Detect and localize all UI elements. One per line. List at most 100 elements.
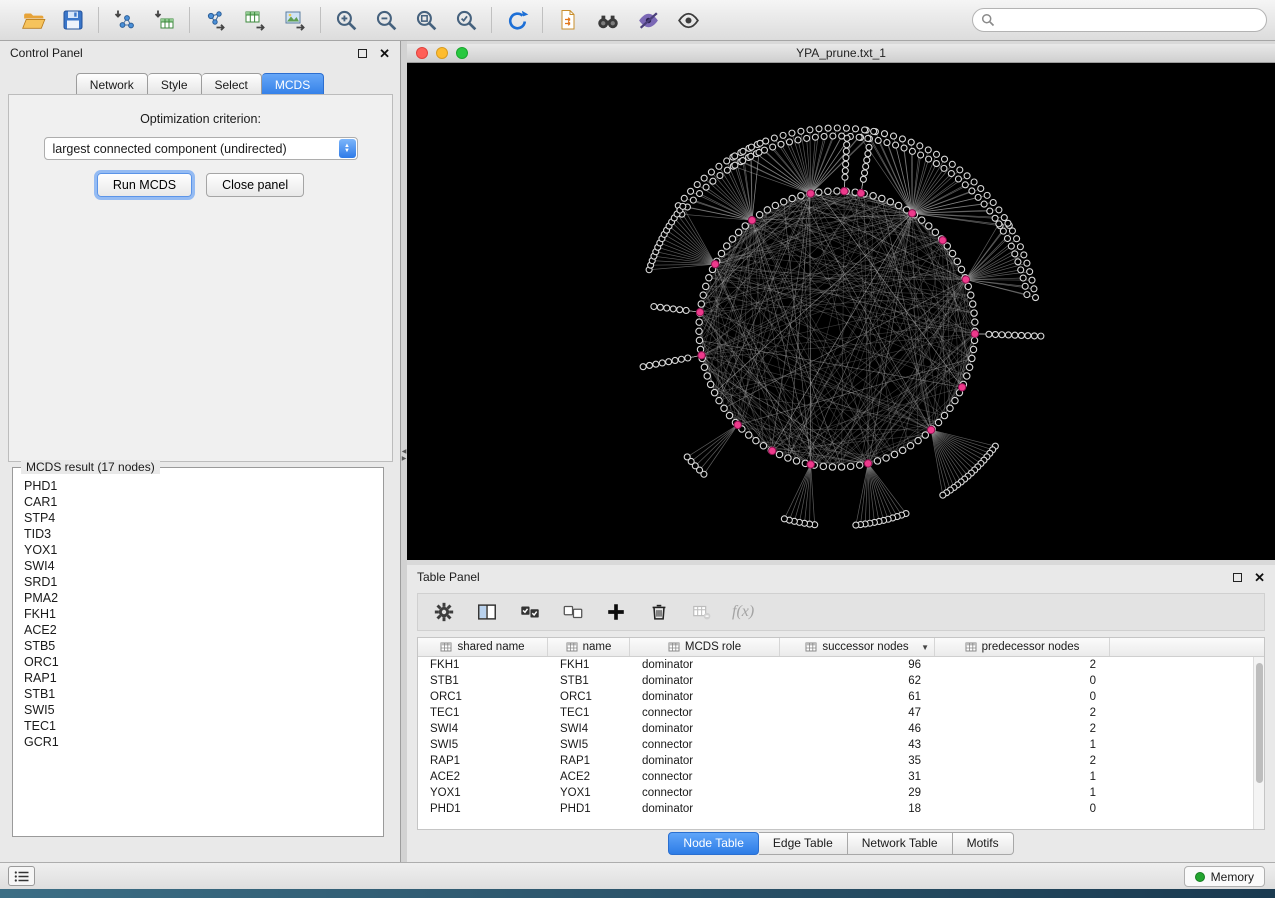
minimize-window-icon[interactable] (436, 47, 448, 59)
list-icon (14, 870, 30, 883)
table-row[interactable]: SWI5SWI5connector431 (418, 737, 1264, 753)
mcds-result-item[interactable]: SWI5 (14, 702, 382, 718)
table-cell: SWI4 (418, 723, 548, 735)
zoom-group (321, 6, 491, 34)
refresh-group (492, 6, 542, 34)
mcds-result-item[interactable]: TID3 (14, 526, 382, 542)
mcds-result-item[interactable]: ORC1 (14, 654, 382, 670)
save-session-icon[interactable] (59, 6, 87, 34)
column-header-shared-name[interactable]: shared name (418, 638, 548, 656)
table-row[interactable]: ACE2ACE2connector311 (418, 769, 1264, 785)
network-titlebar[interactable]: YPA_prune.txt_1 (407, 44, 1275, 63)
select-all-rows-icon[interactable] (517, 599, 543, 625)
mcds-result-item[interactable]: RAP1 (14, 670, 382, 686)
table-panel: Table Panel ✕ f(x) (407, 565, 1275, 862)
scrollbar-thumb[interactable] (1256, 663, 1263, 783)
mcds-result-item[interactable]: PHD1 (14, 478, 382, 494)
export-document-icon[interactable] (554, 6, 582, 34)
table-row[interactable]: TEC1TEC1connector472 (418, 705, 1264, 721)
column-header-successor-nodes[interactable]: successor nodes ▼ (780, 638, 935, 656)
deselect-all-rows-icon[interactable] (560, 599, 586, 625)
table-row[interactable]: ORC1ORC1dominator610 (418, 689, 1264, 705)
mcds-result-item[interactable]: YOX1 (14, 542, 382, 558)
zoom-selected-icon[interactable] (452, 6, 480, 34)
export-image-icon[interactable] (281, 6, 309, 34)
export-table-icon[interactable] (241, 6, 269, 34)
add-column-icon[interactable] (603, 599, 629, 625)
settings-gear-icon[interactable] (431, 599, 457, 625)
zoom-window-icon[interactable] (456, 47, 468, 59)
search-input[interactable] (1000, 13, 1258, 27)
export-network-icon[interactable] (201, 6, 229, 34)
function-builder-icon: f(x) (732, 603, 754, 621)
column-header-name[interactable]: name (548, 638, 630, 656)
table-cell: TEC1 (548, 707, 630, 719)
table-cell: 61 (780, 691, 935, 703)
mcds-result-item[interactable]: STB5 (14, 638, 382, 654)
criterion-select[interactable]: largest connected component (undirected)… (44, 137, 358, 160)
criterion-selected-value: largest connected component (undirected) (53, 142, 287, 156)
table-row[interactable]: STB1STB1dominator620 (418, 673, 1264, 689)
find-icon[interactable] (594, 6, 622, 34)
column-header-mcds-role[interactable]: MCDS role (630, 638, 780, 656)
table-row[interactable]: YOX1YOX1connector291 (418, 785, 1264, 801)
table-row[interactable]: PHD1PHD1dominator180 (418, 801, 1264, 817)
show-details-icon[interactable] (674, 6, 702, 34)
memory-label: Memory (1211, 870, 1254, 884)
task-history-button[interactable] (8, 866, 35, 886)
tab-network-table[interactable]: Network Table (848, 832, 953, 855)
table-cell: connector (630, 739, 780, 751)
style-preview-icon[interactable] (634, 6, 662, 34)
mcds-result-item[interactable]: STB1 (14, 686, 382, 702)
table-cell: SWI4 (548, 723, 630, 735)
network-graph[interactable] (407, 63, 1275, 560)
run-mcds-button[interactable]: Run MCDS (97, 173, 192, 197)
memory-button[interactable]: Memory (1184, 866, 1265, 887)
zoom-out-icon[interactable] (372, 6, 400, 34)
refresh-view-icon[interactable] (503, 6, 531, 34)
mcds-result-item[interactable]: FKH1 (14, 606, 382, 622)
float-table-panel-icon[interactable] (1233, 573, 1242, 582)
mcds-result-item[interactable]: ACE2 (14, 622, 382, 638)
float-panel-icon[interactable] (358, 49, 367, 58)
search-box[interactable] (972, 8, 1267, 32)
network-window: YPA_prune.txt_1 (407, 44, 1275, 560)
network-canvas[interactable] (407, 63, 1275, 560)
table-row[interactable]: FKH1FKH1dominator962 (418, 657, 1264, 673)
table-cell: dominator (630, 803, 780, 815)
import-network-file-icon[interactable] (110, 6, 138, 34)
delete-column-icon[interactable] (646, 599, 672, 625)
close-table-panel-icon[interactable]: ✕ (1254, 573, 1265, 582)
tab-node-table[interactable]: Node Table (668, 832, 759, 855)
mcds-result-item[interactable]: CAR1 (14, 494, 382, 510)
mcds-result-item[interactable]: GCR1 (14, 734, 382, 750)
close-panel-button[interactable]: Close panel (206, 173, 304, 197)
table-cell: TEC1 (418, 707, 548, 719)
import-table-file-icon[interactable] (150, 6, 178, 34)
table-row[interactable]: RAP1RAP1dominator352 (418, 753, 1264, 769)
delete-table-disabled-icon (689, 599, 715, 625)
table-cell: dominator (630, 691, 780, 703)
zoom-fit-icon[interactable] (412, 6, 440, 34)
mcds-result-item[interactable]: STP4 (14, 510, 382, 526)
table-scrollbar[interactable] (1253, 657, 1264, 829)
table-cell: connector (630, 771, 780, 783)
tab-edge-table[interactable]: Edge Table (759, 832, 848, 855)
mcds-result-item[interactable]: SRD1 (14, 574, 382, 590)
mcds-result-item[interactable]: PMA2 (14, 590, 382, 606)
table-cell: 18 (780, 803, 935, 815)
close-panel-icon[interactable]: ✕ (379, 49, 390, 58)
column-layout-icon[interactable] (474, 599, 500, 625)
column-header-predecessor-nodes[interactable]: predecessor nodes (935, 638, 1110, 656)
sort-descending-icon[interactable]: ▼ (921, 643, 929, 652)
tab-motifs[interactable]: Motifs (953, 832, 1014, 855)
table-cell: dominator (630, 675, 780, 687)
table-cell: 0 (935, 803, 1110, 815)
zoom-in-icon[interactable] (332, 6, 360, 34)
mcds-result-item[interactable]: SWI4 (14, 558, 382, 574)
table-row[interactable]: SWI4SWI4dominator462 (418, 721, 1264, 737)
table-cell: 35 (780, 755, 935, 767)
mcds-result-item[interactable]: TEC1 (14, 718, 382, 734)
open-file-icon[interactable] (19, 6, 47, 34)
close-window-icon[interactable] (416, 47, 428, 59)
